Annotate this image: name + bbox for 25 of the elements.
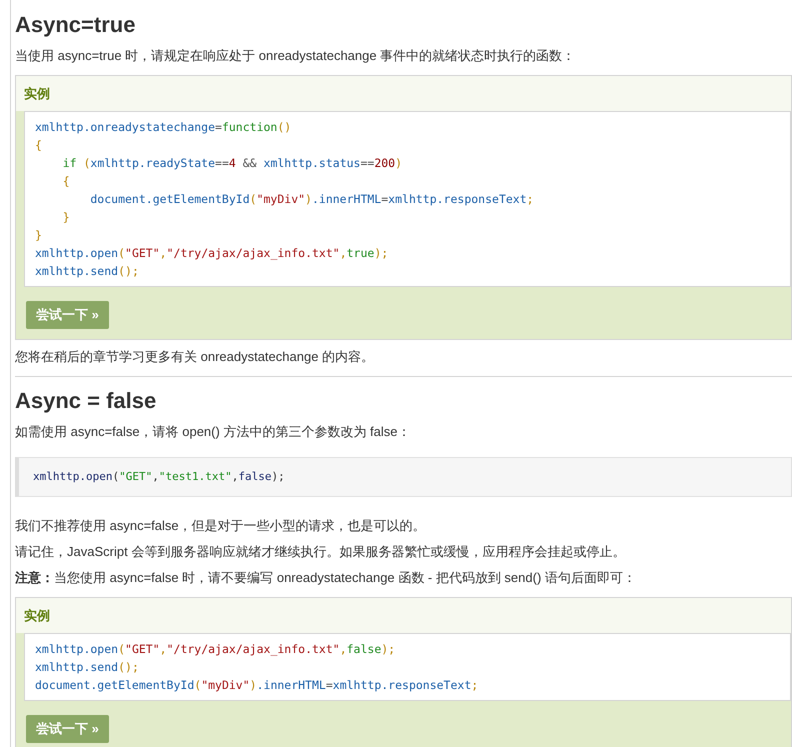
section-heading: Async = false [15, 387, 158, 415]
paragraph: 注意：当您使用 async=false 时，请不要编写 onreadystatechange 函数 - 把代码放到 send() 语句后面即可： [15, 571, 637, 585]
code-line: xmlhttp.open("GET","/try/ajax/ajax_info.txt",false); [35, 641, 396, 658]
code-line: } [62, 209, 70, 226]
example-label: 实例 [16, 598, 791, 633]
paragraph: 如需使用 async=false，请将 open() 方法中的第三个参数改为 false： [15, 425, 412, 439]
paragraph: 当使用 async=true 时，请规定在响应处于 onreadystatechange 事件中的就绪状态时执行的函数： [15, 49, 576, 63]
code-line: document.getElementById("myDiv").innerHTML=xmlhttp.responseText; [35, 677, 478, 694]
try-it-button[interactable]: 尝试一下 » [26, 301, 109, 329]
code-line: xmlhttp.send(); [35, 659, 139, 676]
code-line: } [35, 227, 42, 244]
code-line: document.getElementById("myDiv").innerHTML=xmlhttp.responseText; [89, 191, 534, 208]
code-line: { [35, 137, 42, 154]
code-line: xmlhttp.open("GET","/try/ajax/ajax_info.txt",true); [35, 245, 388, 262]
paragraph: 您将在稍后的章节学习更多有关 onreadystatechange 的内容。 [15, 350, 376, 364]
code-line: xmlhttp.send(); [35, 263, 139, 280]
section-heading: Async=true [15, 11, 136, 39]
try-it-button[interactable]: 尝试一下 » [26, 715, 109, 743]
code-line: xmlhttp.onreadystatechange=function() [35, 119, 292, 136]
paragraph: 请记住，JavaScript 会等到服务器响应就绪才继续执行。如果服务器繁忙或缓慢，应用程序会挂起或停止。 [15, 545, 626, 559]
paragraph: 我们不推荐使用 async=false，但是对于一些小型的请求，也是可以的。 [15, 519, 427, 533]
example-label: 实例 [16, 76, 791, 111]
code-line: if (xmlhttp.readyState==4 && xmlhttp.status==200) [62, 155, 402, 172]
code-line: xmlhttp.open("GET","test1.txt",false); [33, 469, 285, 485]
code-line: { [62, 173, 70, 190]
